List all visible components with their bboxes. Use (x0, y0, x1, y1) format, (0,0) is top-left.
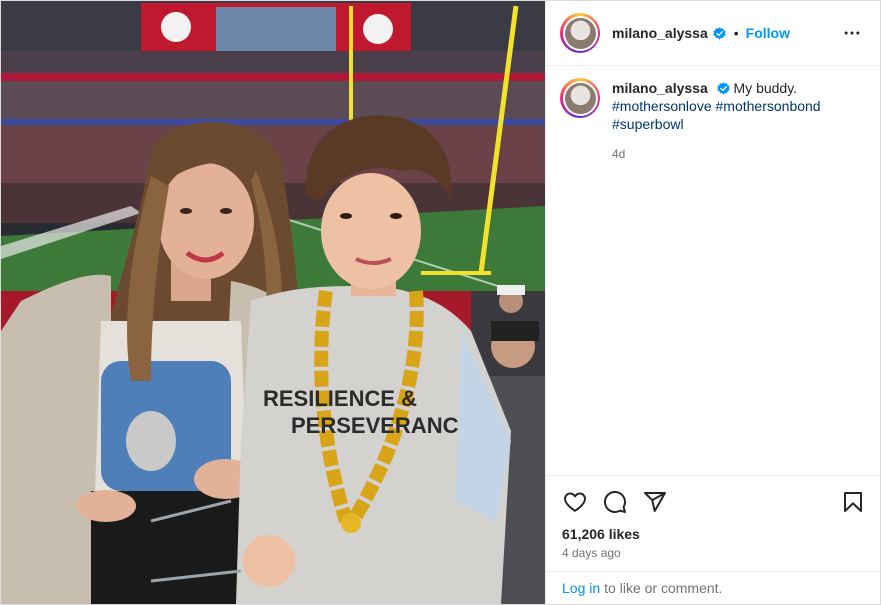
heart-icon (564, 492, 586, 512)
verified-badge-icon (713, 26, 726, 40)
comment-bubble-icon (603, 490, 626, 513)
hoodie-text-line1: RESILIENCE & (263, 386, 417, 411)
caption-body: milano_alyssa My buddy. #mothersonlove #… (612, 76, 821, 163)
post-header: milano_alyssa • Follow (546, 1, 880, 66)
photo-illustration: RESILIENCE & PERSEVERANC (1, 1, 545, 604)
caption: milano_alyssa My buddy. #mothersonlove #… (560, 76, 864, 163)
avatar[interactable] (560, 13, 600, 53)
bookmark-icon (844, 492, 862, 512)
header-separator: • (733, 25, 739, 41)
save-button[interactable] (840, 489, 866, 515)
caption-timestamp[interactable]: 4d (612, 145, 821, 163)
caption-profile-photo (564, 82, 596, 114)
comment-button[interactable] (602, 489, 628, 515)
hashtag-link[interactable]: #mothersonlove (612, 98, 712, 114)
post-photo[interactable]: RESILIENCE & PERSEVERANC (1, 1, 545, 604)
caption-text: My buddy. (733, 80, 798, 96)
hashtag-link[interactable]: #mothersonbond (716, 98, 821, 114)
post-age[interactable]: 4 days ago (546, 546, 880, 568)
actions-area: 61,206 likes 4 days ago Log in to like o… (546, 475, 880, 604)
profile-photo (564, 17, 596, 49)
login-prompt-text: to like or comment. (604, 580, 723, 596)
share-button[interactable] (642, 489, 668, 515)
action-bar (546, 476, 880, 528)
caption-username[interactable]: milano_alyssa (612, 80, 708, 96)
follow-button[interactable]: Follow (746, 25, 790, 41)
like-button[interactable] (562, 489, 588, 515)
likes-count[interactable]: 61,206 likes (546, 526, 880, 542)
instagram-post: RESILIENCE & PERSEVERANC milano_alyssa •… (0, 0, 881, 605)
hoodie-text-line2: PERSEVERANC (291, 413, 459, 438)
caption-avatar[interactable] (560, 78, 600, 118)
more-options-icon (844, 31, 860, 35)
verified-badge-icon (716, 82, 730, 95)
hashtag-link[interactable]: #superbowl (612, 116, 684, 132)
post-side-panel: milano_alyssa • Follow milano_alyssa My … (545, 1, 880, 604)
paper-plane-icon (644, 492, 666, 512)
comments-section: milano_alyssa My buddy. #mothersonlove #… (546, 66, 880, 475)
more-options-button[interactable] (840, 21, 864, 45)
login-link[interactable]: Log in (562, 580, 600, 596)
login-prompt: Log in to like or comment. (546, 571, 880, 604)
header-username[interactable]: milano_alyssa (612, 25, 708, 41)
